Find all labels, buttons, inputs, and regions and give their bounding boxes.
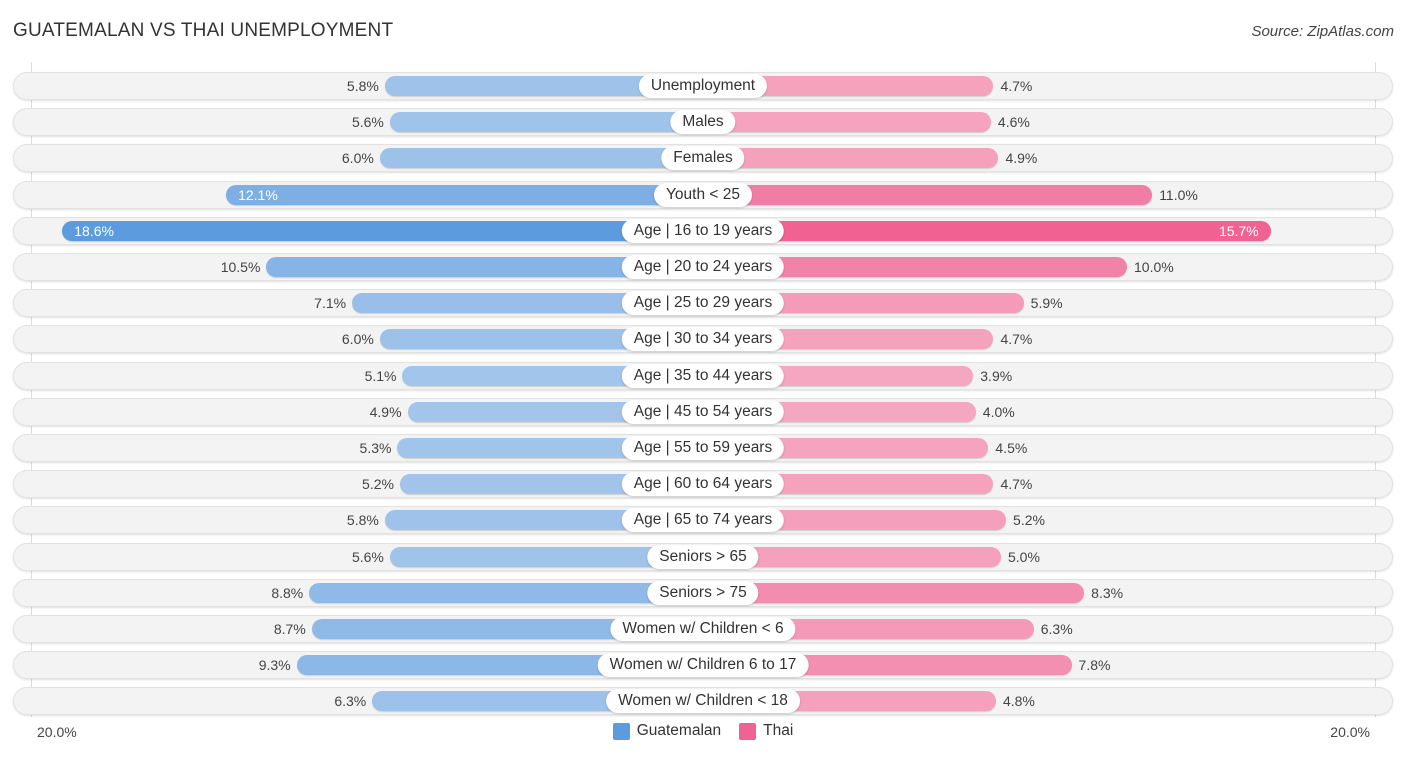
value-label-guatemalan: 18.6% <box>74 223 114 239</box>
category-label: Age | 16 to 19 years <box>621 219 785 243</box>
value-label-thai: 4.0% <box>982 404 1015 420</box>
value-label-thai: 4.7% <box>1000 476 1033 492</box>
legend-label-thai: Thai <box>763 722 794 739</box>
category-label: Women w/ Children < 6 <box>610 617 796 641</box>
value-label-thai: 4.6% <box>997 114 1030 130</box>
value-label-thai: 15.7% <box>1218 223 1259 239</box>
value-label-thai: 5.0% <box>1008 549 1040 565</box>
value-label-thai: 7.8% <box>1078 657 1111 673</box>
value-label-thai: 10.0% <box>1134 259 1174 275</box>
value-label-guatemalan: 5.6% <box>351 114 384 130</box>
value-label-guatemalan: 4.9% <box>369 404 402 420</box>
category-label: Age | 30 to 34 years <box>621 327 785 351</box>
legend-swatch-thai <box>739 722 757 740</box>
category-label: Age | 25 to 29 years <box>621 291 785 315</box>
value-label-thai: 5.9% <box>1030 295 1063 311</box>
value-label-thai: 4.7% <box>1000 331 1033 347</box>
value-label-guatemalan: 5.6% <box>351 549 384 565</box>
category-label: Seniors > 75 <box>647 581 759 605</box>
category-label: Women w/ Children 6 to 17 <box>597 653 809 677</box>
category-label: Males <box>670 110 736 134</box>
category-label: Age | 35 to 44 years <box>621 364 785 388</box>
value-label-guatemalan: 6.0% <box>341 331 374 347</box>
legend-swatch-guatemalan <box>612 722 630 740</box>
category-label: Age | 60 to 64 years <box>621 472 785 496</box>
legend-item-thai[interactable]: Thai <box>739 722 793 740</box>
legend-item-guatemalan[interactable]: Guatemalan <box>612 722 722 740</box>
bar-thai[interactable] <box>703 112 991 132</box>
source-label: Source: ZipAtlas.com <box>1251 23 1394 40</box>
bar-thai[interactable] <box>703 583 1085 603</box>
bar-guatemalan[interactable] <box>389 112 703 132</box>
value-label-thai: 6.3% <box>1040 621 1073 637</box>
bar-thai[interactable] <box>703 221 1271 241</box>
category-label: Youth < 25 <box>654 183 752 207</box>
value-label-thai: 11.0% <box>1159 187 1198 203</box>
category-label: Women w/ Children < 18 <box>606 689 800 713</box>
value-label-guatemalan: 5.8% <box>346 512 379 528</box>
value-label-guatemalan: 5.8% <box>346 78 379 94</box>
value-label-thai: 4.7% <box>1000 78 1033 94</box>
value-label-thai: 4.8% <box>1002 693 1035 709</box>
category-label: Age | 20 to 24 years <box>621 255 785 279</box>
value-label-guatemalan: 5.3% <box>359 440 392 456</box>
bar-thai[interactable] <box>703 148 999 168</box>
value-label-guatemalan: 7.1% <box>314 295 347 311</box>
value-label-guatemalan: 5.2% <box>362 476 394 492</box>
value-label-guatemalan: 10.5% <box>220 259 261 275</box>
chart-title: GUATEMALAN VS THAI UNEMPLOYMENT <box>13 20 394 41</box>
bar-guatemalan[interactable] <box>379 148 703 168</box>
value-label-guatemalan: 6.3% <box>334 693 367 709</box>
category-label: Age | 65 to 74 years <box>621 508 785 532</box>
value-label-guatemalan: 9.3% <box>258 657 291 673</box>
value-label-guatemalan: 6.0% <box>341 150 374 166</box>
category-label: Seniors > 65 <box>647 545 759 569</box>
value-label-thai: 8.3% <box>1091 585 1124 601</box>
value-label-guatemalan: 8.7% <box>273 621 306 637</box>
category-label: Age | 45 to 54 years <box>621 400 785 424</box>
value-label-thai: 5.2% <box>1013 512 1045 528</box>
value-label-guatemalan: 8.8% <box>271 585 304 601</box>
value-label-guatemalan: 12.1% <box>238 187 278 203</box>
legend: Guatemalan Thai <box>0 722 1406 740</box>
bar-thai[interactable] <box>703 185 1153 205</box>
category-label: Females <box>661 146 745 170</box>
bar-guatemalan[interactable] <box>309 583 703 603</box>
legend-label-guatemalan: Guatemalan <box>636 722 722 739</box>
value-label-thai: 4.9% <box>1005 150 1038 166</box>
bar-guatemalan[interactable] <box>226 185 703 205</box>
value-label-guatemalan: 5.1% <box>364 368 397 384</box>
bar-guatemalan[interactable] <box>62 221 703 241</box>
category-label: Age | 55 to 59 years <box>621 436 785 460</box>
category-label: Unemployment <box>638 74 768 98</box>
value-label-thai: 4.5% <box>995 440 1028 456</box>
value-label-thai: 3.9% <box>980 368 1013 384</box>
